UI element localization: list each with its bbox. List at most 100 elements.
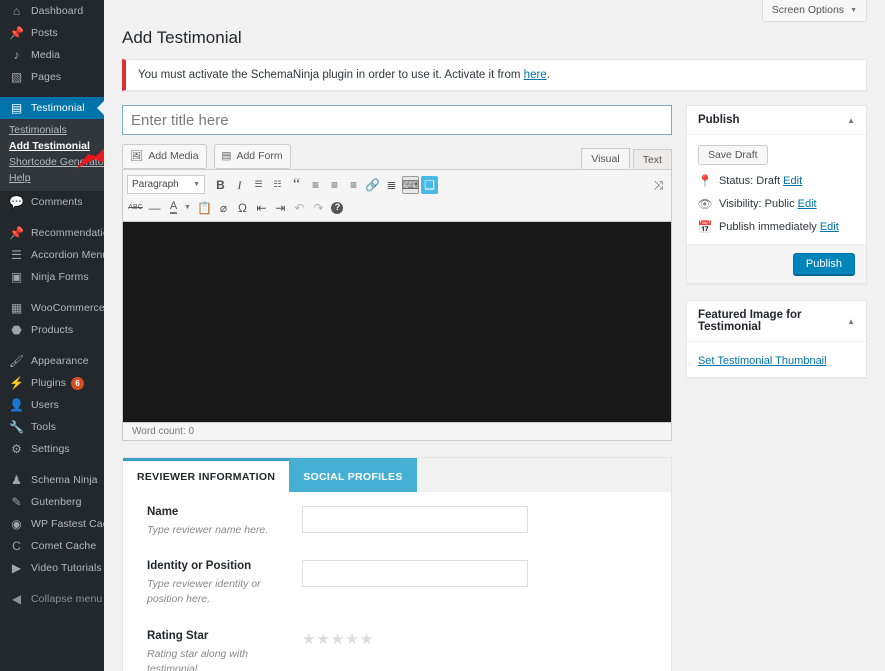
sidebar-item-plugins[interactable]: ⚡ Plugins 6: [0, 372, 104, 394]
toggle-panel-icon[interactable]: ▲: [847, 317, 855, 326]
edit-link[interactable]: Edit: [783, 175, 802, 187]
star-icon[interactable]: ★: [316, 631, 329, 671]
sidebar-item-tools[interactable]: 🔧 Tools: [0, 416, 104, 438]
submenu-item-shortcode-generator[interactable]: Shortcode Generator: [0, 154, 104, 170]
sidebar-item-media[interactable]: ♪ Media: [0, 44, 104, 66]
set-thumbnail-link[interactable]: Set Testimonial Thumbnail: [698, 355, 827, 367]
testimonial-icon: ▤: [10, 101, 23, 115]
fullscreen-icon[interactable]: ⤨: [650, 176, 667, 194]
publish-status-text: Visibility: Public Edit: [718, 198, 817, 211]
edit-link[interactable]: Edit: [798, 198, 817, 210]
edit-link[interactable]: Edit: [820, 221, 839, 233]
text-color-icon[interactable]: A: [165, 199, 182, 217]
sidebar-item-dashboard[interactable]: ⌂ Dashboard: [0, 0, 104, 22]
metabox-tab-social-profiles[interactable]: SOCIAL PROFILES: [289, 457, 417, 492]
insert-image-icon[interactable]: ❑: [421, 175, 438, 194]
tab-text[interactable]: Text: [632, 148, 672, 169]
sidebar-item-testimonial[interactable]: ▤ Testimonial: [0, 97, 104, 119]
sidebar-item-accordion-menus[interactable]: ☰ Accordion Menus: [0, 244, 104, 266]
sidebar-item-wp-fastest-cache[interactable]: ◉ WP Fastest Cache: [0, 513, 104, 535]
sidebar-item-woocommerce[interactable]: ▦ WooCommerce: [0, 297, 104, 319]
publish-status-text: Status: Draft Edit: [718, 175, 803, 188]
bold-icon[interactable]: B: [212, 176, 229, 194]
sidebar-item-users[interactable]: 👤 Users: [0, 394, 104, 416]
submenu-item-testimonials[interactable]: Testimonials: [0, 122, 104, 138]
post-title-input[interactable]: [122, 105, 672, 136]
align-right-icon[interactable]: ≡: [345, 176, 362, 194]
star-icon[interactable]: ★: [345, 631, 358, 671]
save-draft-button[interactable]: Save Draft: [697, 145, 768, 166]
read-more-icon[interactable]: ≣: [383, 176, 400, 194]
sidebar-item-label: Testimonial: [31, 102, 85, 114]
redo-icon[interactable]: ↷: [310, 199, 327, 217]
add-media-button[interactable]: 🖼 Add Media: [122, 144, 207, 169]
submenu-item-help[interactable]: Help: [0, 170, 104, 186]
star-icon[interactable]: ★: [331, 631, 344, 671]
sidebar-item-products[interactable]: ⬣ Products: [0, 319, 104, 341]
sidebar-item-schema-ninja[interactable]: ♟ Schema Ninja: [0, 469, 104, 491]
publish-status-line: 👁 Visibility: Public Edit: [697, 197, 855, 211]
special-character-icon[interactable]: Ω: [234, 199, 251, 217]
tab-visual[interactable]: Visual: [581, 147, 630, 169]
sidebar-item-gutenberg[interactable]: ✎ Gutenberg: [0, 491, 104, 513]
notice-here-link[interactable]: here: [524, 69, 547, 81]
woocommerce-icon: ▦: [10, 301, 23, 315]
pin-icon: 📌: [9, 26, 24, 40]
horizontal-line-icon[interactable]: —: [146, 199, 163, 217]
insert-link-icon[interactable]: 🔗: [364, 176, 381, 194]
sidebar-item-posts[interactable]: 📌 Posts: [0, 22, 104, 44]
sidebar-item-appearance[interactable]: 🖌 Appearance: [0, 350, 104, 372]
star-icon[interactable]: ★: [302, 631, 315, 671]
decrease-indent-icon[interactable]: ⇤: [253, 199, 270, 217]
toggle-panel-icon[interactable]: ▲: [847, 116, 855, 125]
increase-indent-icon[interactable]: ⇥: [272, 199, 289, 217]
strikethrough-icon[interactable]: ABC: [127, 199, 144, 217]
paste-as-text-icon[interactable]: 📋: [196, 199, 213, 217]
align-left-icon[interactable]: ≡: [307, 176, 324, 194]
chevron-down-icon[interactable]: ▼: [184, 204, 191, 211]
submenu-item-add-testimonial[interactable]: Add Testimonial: [0, 138, 104, 154]
sidebar-item-collapse-menu[interactable]: ◀ Collapse menu: [0, 588, 104, 610]
metabox-tab-reviewer-information[interactable]: REVIEWER INFORMATION: [123, 457, 290, 492]
field-label-group: Name Type reviewer name here.: [147, 506, 302, 538]
testimonial-metabox: REVIEWER INFORMATION SOCIAL PROFILES Name…: [122, 456, 672, 671]
testimonial-submenu: Testimonials Add Testimonial Shortcode Gen…: [0, 119, 104, 191]
keyboard-shortcuts-icon[interactable]: ?: [329, 199, 346, 217]
clear-formatting-icon[interactable]: ⌀: [215, 199, 232, 217]
editor-content-area[interactable]: [122, 221, 672, 422]
field-input-identity-or-position[interactable]: [302, 560, 528, 588]
publish-box-header: Publish ▲: [686, 106, 866, 136]
italic-icon[interactable]: I: [231, 176, 248, 194]
field-input-name[interactable]: [302, 505, 528, 533]
word-count: Word count: 0: [132, 425, 195, 437]
publish-box-title: Publish: [697, 114, 740, 127]
users-icon: 👤: [9, 398, 24, 412]
sidebar-item-recommendations[interactable]: 📌 Recommendations: [0, 222, 104, 244]
publish-button[interactable]: Publish: [792, 253, 855, 276]
blockquote-icon[interactable]: “: [288, 176, 305, 194]
sidebar-item-pages[interactable]: ▧ Pages: [0, 66, 104, 88]
pin-icon: 📍: [697, 174, 713, 189]
sidebar-item-video-tutorials[interactable]: ▶ Video Tutorials: [0, 557, 104, 579]
sidebar-item-ninja-forms[interactable]: ▣ Ninja Forms: [0, 266, 104, 288]
toolbar-toggle-icon[interactable]: ⌨: [402, 175, 419, 194]
sidebar-item-comet-cache[interactable]: C Comet Cache: [0, 535, 104, 557]
menu-separator: [0, 579, 104, 588]
rating-star-widget[interactable]: ★ ★ ★ ★ ★: [302, 630, 373, 671]
star-icon[interactable]: ★: [360, 631, 373, 671]
pencil-icon: ✎: [11, 495, 22, 509]
screen-options-button[interactable]: Screen Options ▼: [761, 0, 867, 22]
paragraph-format-select[interactable]: Paragraph ▼: [127, 175, 205, 195]
editor-wrapper: 🖼 Add Media ▤ Add Form Visual Text Parag…: [122, 144, 672, 441]
editor-media-row: 🖼 Add Media ▤ Add Form Visual Text: [122, 144, 672, 169]
add-form-button[interactable]: ▤ Add Form: [213, 144, 291, 169]
sidebar-item-settings[interactable]: ⚙ Settings: [0, 438, 104, 460]
bulleted-list-icon[interactable]: ☰: [250, 176, 267, 194]
sidebar-item-comments[interactable]: 💬 Comments: [0, 191, 104, 213]
numbered-list-icon[interactable]: ☷: [269, 176, 286, 194]
align-center-icon[interactable]: ≡: [326, 176, 343, 194]
field-hint: Type reviewer identity or position here.: [147, 578, 261, 606]
collapse-icon: ◀: [11, 592, 22, 606]
admin-sidebar: ⌂ Dashboard 📌 Posts ♪ Media ▧ Pages ▤ Testimonial…: [0, 0, 104, 671]
undo-icon[interactable]: ↶: [291, 199, 308, 217]
